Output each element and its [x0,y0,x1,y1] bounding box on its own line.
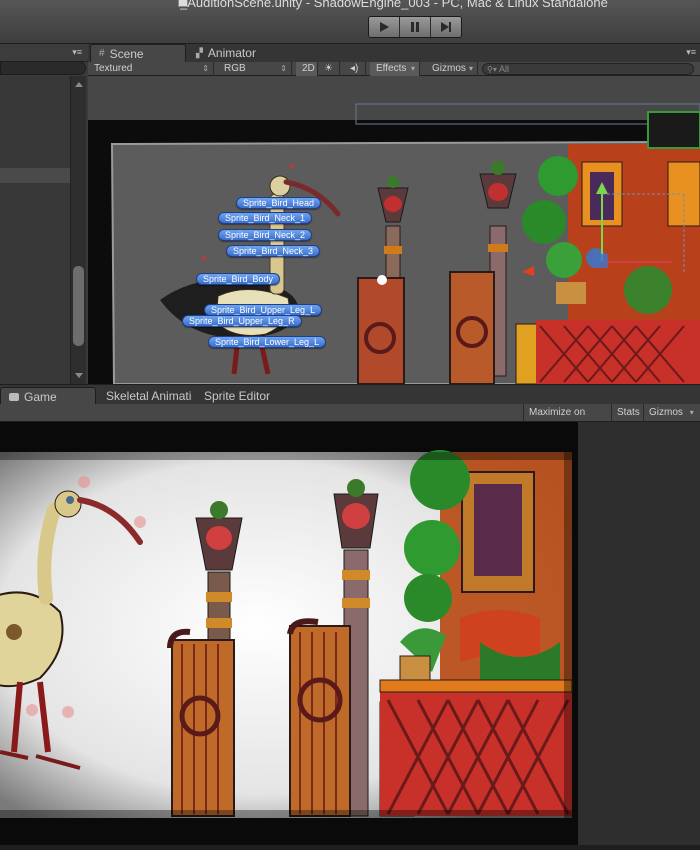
2d-mode-toggle[interactable]: 2D [296,62,318,76]
audio-toggle[interactable]: ◂) [344,62,366,76]
grid-icon: # [99,48,105,59]
dropdown-caret-icon: ▾ [410,64,415,73]
game-tabbar: Game Skeletal Animation Sprite Editor [0,384,700,405]
game-canvas[interactable] [0,422,700,850]
window-title: _AuditionScene.unity - ShadowEngine_003 … [180,0,608,10]
hierarchy-header: ▾≡ [0,44,88,62]
stats-label: Stats [617,407,640,418]
game-bottom-strip [0,845,700,850]
tab-skeletal-label: Skeletal Animation [106,389,192,403]
color-mode-value: RGB [224,63,246,74]
dropdown-caret-icon: ⇕ [280,64,287,73]
lighting-toggle[interactable]: ☀ [318,62,340,76]
dropdown-caret-icon: ▾ [689,408,694,417]
scroll-down-arrow-icon[interactable] [75,373,83,378]
tab-scene[interactable]: # Scene [90,44,186,62]
dropdown-caret-icon: ▾ [468,64,473,73]
hierarchy-search-input[interactable] [0,61,86,75]
bone-label-body[interactable]: Sprite_Bird_Body [196,273,281,285]
tab-scene-label: Scene [109,46,144,61]
game-side-gutter [578,422,700,850]
scene-tabbar: # Scene ▞ Animator ▾≡ [88,44,700,62]
game-controller-icon [9,392,19,401]
play-button[interactable] [369,17,400,37]
tab-game[interactable]: Game [0,387,96,405]
bone-label-neck-3[interactable]: Sprite_Bird_Neck_3 [226,245,321,257]
stats-toggle[interactable]: Stats [611,404,643,422]
pause-icon [411,22,419,32]
render-mode-dropdown[interactable]: Textured ⇕ [88,62,214,76]
bone-label-head[interactable]: Sprite_Bird_Head [236,197,322,209]
game-gizmos-dropdown[interactable]: Gizmos ▾ [643,404,700,422]
step-button[interactable] [431,17,461,37]
gizmos-dropdown[interactable]: Gizmos ▾ [426,62,478,76]
hierarchy-scrollbar[interactable] [70,76,86,384]
effects-dropdown[interactable]: Effects ▾ [370,62,420,76]
maximize-on-play-toggle[interactable]: Maximize on Play [523,404,611,435]
tab-animator[interactable]: ▞ Animator [188,44,264,62]
tab-skeletal-animation[interactable]: Skeletal Animation [98,387,192,405]
hierarchy-list[interactable] [0,76,70,384]
bone-label-upper-leg-r[interactable]: Sprite_Bird_Upper_Leg_R [182,315,302,327]
sun-icon: ☀ [324,63,333,74]
panel-menu-icon[interactable]: ▾≡ [72,47,82,58]
scrollbar-thumb[interactable] [73,266,84,346]
window-titlebar: _AuditionScene.unity - ShadowEngine_003 … [0,0,700,44]
playback-controls [368,16,462,38]
pivot-handle [377,275,387,285]
speaker-icon: ◂) [350,63,359,74]
scene-viewport[interactable]: Sprite_Bird_Head Sprite_Bird_Neck_1 Spri… [88,76,700,384]
game-toolbar: Maximize on Play Stats Gizmos ▾ [0,404,700,435]
bone-label-lower-leg-l[interactable]: Sprite_Bird_Lower_Leg_L [208,336,327,348]
search-icon: ⚲▾ [487,65,497,74]
dropdown-caret-icon: ⇕ [202,64,209,73]
animator-icon: ▞ [196,47,203,58]
hierarchy-selected-row[interactable] [0,168,70,183]
scene-canvas[interactable] [88,76,700,384]
2d-mode-label: 2D [302,63,315,74]
gizmos-label: Gizmos [432,63,466,74]
play-icon [380,22,389,32]
render-mode-value: Textured [94,63,133,74]
step-icon [441,22,451,32]
tab-sprite-editor-label: Sprite Editor [204,389,271,403]
tab-game-label: Game [24,389,57,404]
bone-label-neck-2[interactable]: Sprite_Bird_Neck_2 [218,229,313,241]
panel-menu-icon[interactable]: ▾≡ [686,47,696,58]
tab-sprite-editor[interactable]: Sprite Editor [196,387,278,405]
game-viewport[interactable] [0,422,700,850]
scene-toolbar: Textured ⇕ RGB ⇕ 2D ☀ ◂) Effects ▾ Gizmo… [88,62,700,76]
pause-button[interactable] [400,17,431,37]
bone-label-neck-1[interactable]: Sprite_Bird_Neck_1 [218,212,313,224]
color-mode-dropdown[interactable]: RGB ⇕ [218,62,292,76]
scroll-up-arrow-icon[interactable] [75,82,83,87]
scene-search-placeholder: All [499,64,510,74]
tab-animator-label: Animator [207,46,256,60]
game-gizmos-label: Gizmos [649,407,683,418]
effects-label: Effects [376,63,407,74]
scene-search-input[interactable]: ⚲▾ All [482,63,694,75]
